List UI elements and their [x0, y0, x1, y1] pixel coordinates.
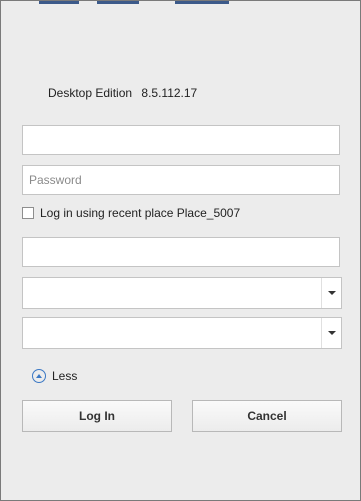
collapse-up-icon[interactable] [32, 369, 46, 383]
version-number: 8.5.112.17 [141, 86, 198, 100]
version-info: Desktop Edition 8.5.112.17 [48, 86, 197, 100]
place-field[interactable] [22, 237, 340, 267]
less-toggle[interactable]: Less [32, 368, 77, 384]
password-input[interactable] [23, 166, 339, 194]
recent-place-row[interactable]: Log in using recent place Place_5007 [22, 205, 240, 221]
login-window: Desktop Edition 8.5.112.17 Log in using … [0, 0, 361, 501]
edition-label: Desktop Edition [48, 86, 133, 100]
first-dropdown[interactable] [22, 277, 342, 309]
title-strip [1, 1, 360, 5]
second-dropdown[interactable] [22, 317, 342, 349]
less-label[interactable]: Less [52, 369, 77, 383]
chevron-down-icon [327, 331, 336, 335]
cancel-button[interactable]: Cancel [192, 400, 342, 432]
chevron-down-icon [327, 291, 336, 295]
login-button[interactable]: Log In [22, 400, 172, 432]
first-dropdown-arrow[interactable] [321, 278, 341, 308]
username-field[interactable] [22, 125, 340, 155]
recent-place-label: Log in using recent place Place_5007 [40, 206, 241, 220]
password-field[interactable] [22, 165, 340, 195]
username-input[interactable] [23, 126, 339, 154]
second-dropdown-arrow[interactable] [321, 318, 341, 348]
recent-place-checkbox[interactable] [22, 207, 34, 219]
place-input[interactable] [23, 238, 339, 266]
